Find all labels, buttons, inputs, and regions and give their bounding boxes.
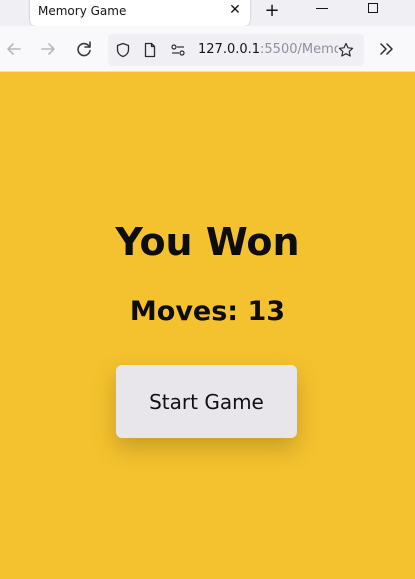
permissions-icon[interactable]: [170, 42, 186, 58]
game-screen: You Won Moves: 13 Start Game: [0, 72, 415, 579]
address-bar[interactable]: 127.0.0.1:5500/Memo: [108, 34, 364, 66]
close-icon[interactable]: ✕: [228, 3, 242, 17]
navigation-toolbar: 127.0.0.1:5500/Memo: [0, 26, 415, 72]
back-arrow-icon[interactable]: [4, 39, 24, 59]
browser-tab[interactable]: Memory Game ✕: [30, 0, 250, 26]
shield-icon[interactable]: [115, 42, 131, 58]
minimize-icon[interactable]: [316, 8, 328, 9]
star-icon[interactable]: [338, 42, 354, 58]
moves-counter: Moves: 13: [129, 296, 286, 327]
chevron-double-right-icon[interactable]: [377, 39, 397, 59]
forward-arrow-icon[interactable]: [38, 39, 58, 59]
start-game-button[interactable]: Start Game: [116, 365, 297, 438]
reload-icon[interactable]: [74, 39, 94, 59]
result-heading: You Won: [115, 220, 300, 264]
url-host: 127.0.0.1: [198, 42, 261, 57]
maximize-icon[interactable]: [368, 3, 378, 13]
url-text[interactable]: 127.0.0.1:5500/Memo: [198, 42, 338, 57]
url-path: :5500/Memo: [260, 42, 338, 57]
page-icon[interactable]: [142, 42, 158, 58]
plus-icon[interactable]: +: [262, 1, 282, 21]
tab-title: Memory Game: [38, 4, 127, 18]
tab-strip: Memory Game ✕ +: [0, 0, 415, 26]
